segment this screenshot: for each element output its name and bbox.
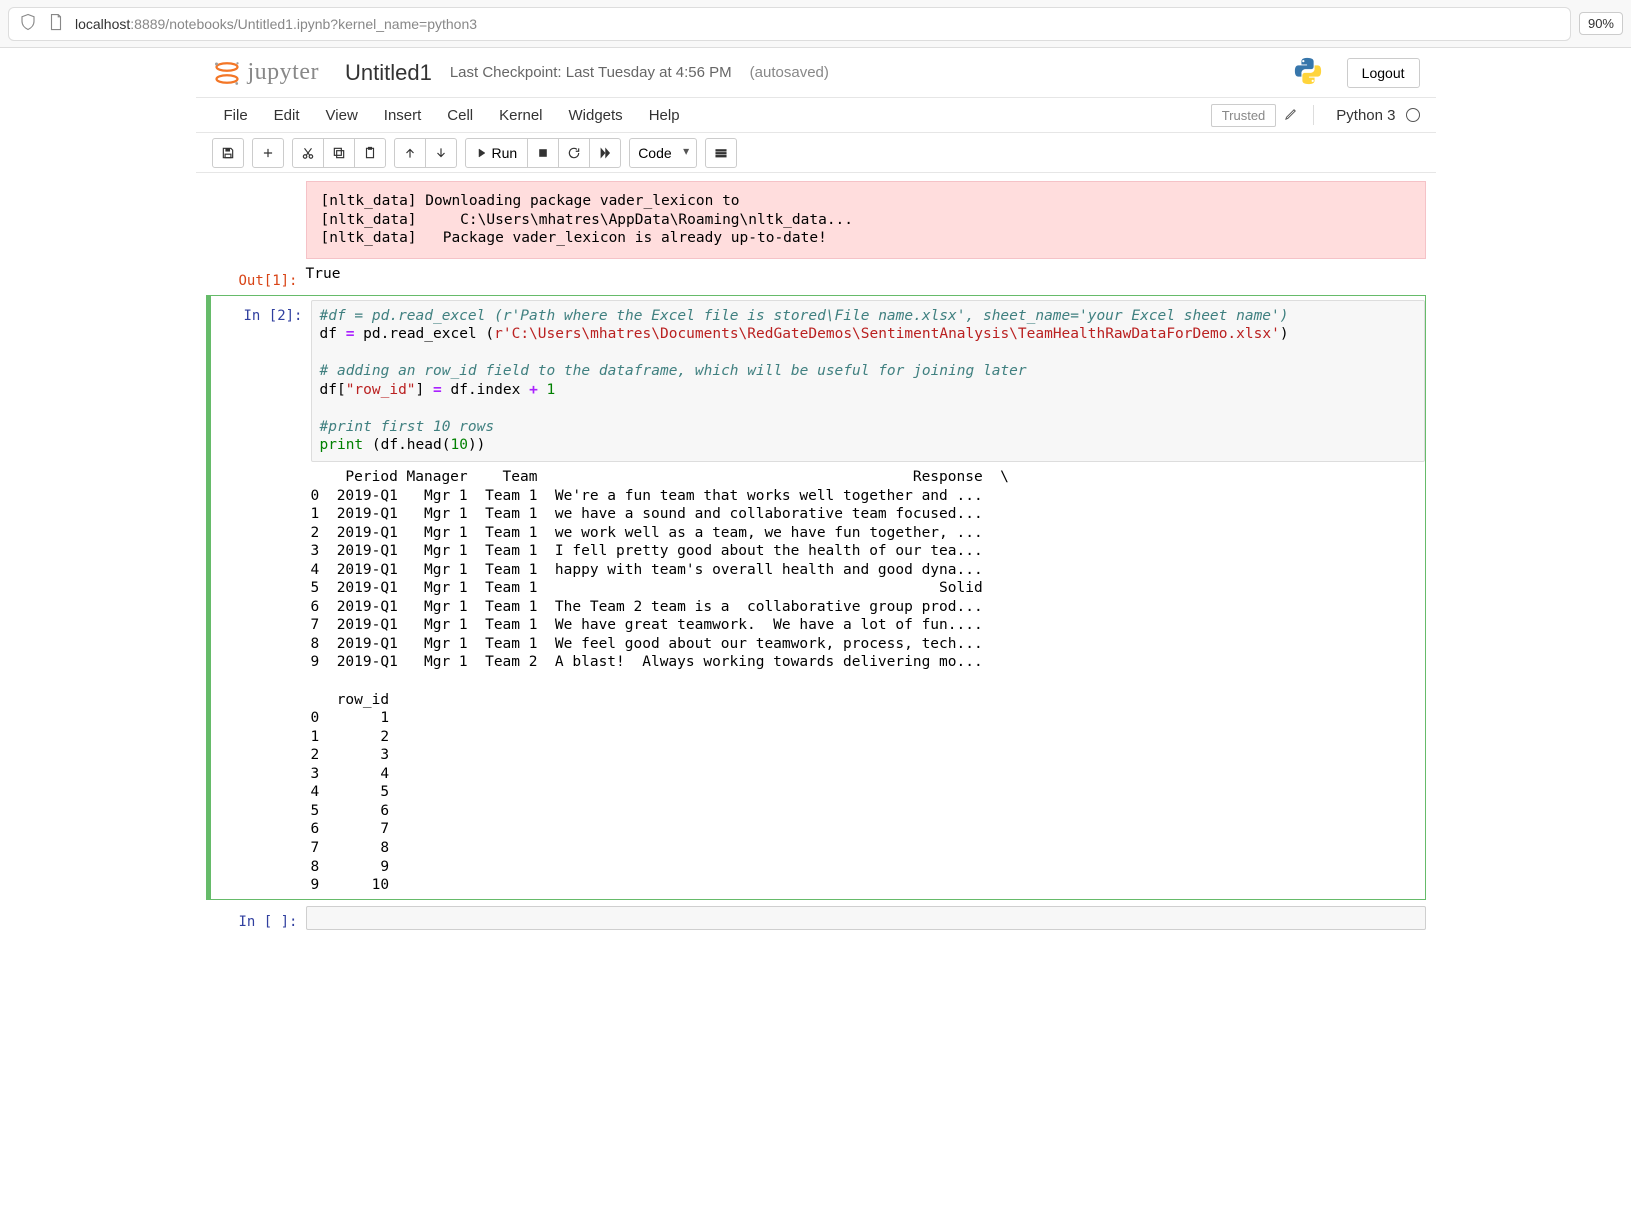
menu-widgets[interactable]: Widgets (557, 101, 635, 130)
code-cell-2[interactable]: In [2]: #df = pd.read_excel (r'Path wher… (206, 295, 1426, 900)
python-icon (1293, 56, 1323, 89)
code-editor[interactable]: #df = pd.read_excel (r'Path where the Ex… (311, 300, 1425, 462)
code-editor-empty[interactable] (306, 906, 1426, 930)
notebook-title[interactable]: Untitled1 (345, 60, 432, 86)
kernel-name[interactable]: Python 3 (1336, 107, 1395, 124)
trusted-badge[interactable]: Trusted (1211, 104, 1277, 127)
in-prompt: In [2]: (211, 300, 311, 895)
restart-button[interactable] (558, 138, 590, 168)
output-cell-1: Out[1]: True (206, 265, 1426, 289)
url-host: localhost (75, 16, 130, 32)
command-palette-button[interactable] (705, 138, 737, 168)
notebook-header: jupyter Untitled1 Last Checkpoint: Last … (196, 48, 1436, 97)
toolbar: Run Code (196, 133, 1436, 173)
stop-button[interactable] (527, 138, 559, 168)
logo-text: jupyter (248, 59, 319, 86)
menu-kernel[interactable]: Kernel (487, 101, 554, 130)
url-input[interactable]: localhost:8889/notebooks/Untitled1.ipynb… (8, 7, 1571, 41)
url-path: :8889/notebooks/Untitled1.ipynb?kernel_n… (130, 16, 477, 32)
menu-help[interactable]: Help (637, 101, 692, 130)
stderr-output: [nltk_data] Downloading package vader_le… (306, 181, 1426, 259)
stdout-output: Period Manager Team Response \ 0 2019-Q1… (311, 468, 1425, 895)
restart-run-all-button[interactable] (589, 138, 621, 168)
add-cell-button[interactable] (252, 138, 284, 168)
menu-file[interactable]: File (212, 101, 260, 130)
jupyter-logo[interactable]: jupyter (212, 58, 319, 88)
menu-cell[interactable]: Cell (435, 101, 485, 130)
cell-type-select[interactable]: Code (629, 138, 697, 168)
checkpoint-label: Last Checkpoint: Last Tuesday at 4:56 PM (450, 64, 732, 81)
out-value: True (306, 265, 1426, 284)
code-cell-empty[interactable]: In [ ]: (206, 906, 1426, 930)
menu-bar: File Edit View Insert Cell Kernel Widget… (196, 97, 1436, 133)
logout-button[interactable]: Logout (1347, 58, 1420, 88)
menu-insert[interactable]: Insert (372, 101, 434, 130)
menu-edit[interactable]: Edit (262, 101, 312, 130)
in-prompt-empty: In [ ]: (206, 906, 306, 930)
run-label: Run (492, 145, 518, 161)
autosave-label: (autosaved) (750, 64, 829, 81)
page-icon (47, 13, 65, 34)
paste-button[interactable] (354, 138, 386, 168)
run-button[interactable]: Run (465, 138, 529, 168)
kernel-status-icon (1406, 108, 1420, 122)
out-prompt: Out[1]: (206, 265, 306, 289)
copy-button[interactable] (323, 138, 355, 168)
save-button[interactable] (212, 138, 244, 168)
shield-icon (19, 13, 37, 34)
cut-button[interactable] (292, 138, 324, 168)
divider (1313, 105, 1314, 125)
notebook-area: [nltk_data] Downloading package vader_le… (196, 173, 1436, 974)
menu-view[interactable]: View (314, 101, 370, 130)
pencil-icon[interactable] (1278, 106, 1305, 124)
move-up-button[interactable] (394, 138, 426, 168)
browser-url-bar: localhost:8889/notebooks/Untitled1.ipynb… (0, 0, 1631, 48)
move-down-button[interactable] (425, 138, 457, 168)
zoom-level[interactable]: 90% (1579, 12, 1623, 35)
